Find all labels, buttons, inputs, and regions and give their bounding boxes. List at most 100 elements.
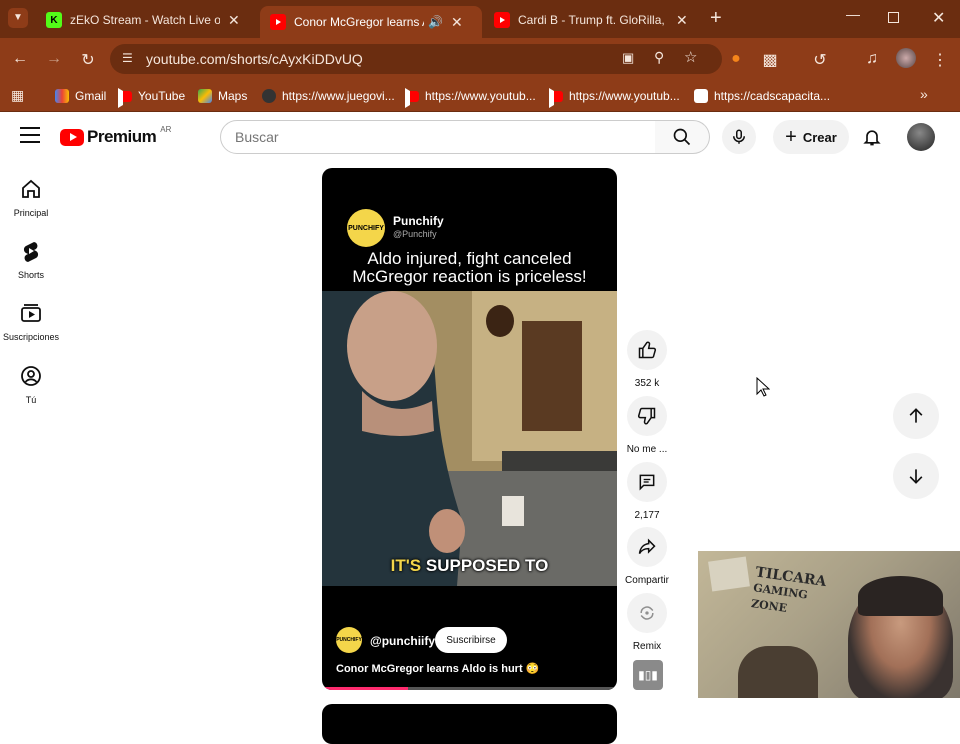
bookmark-gmail[interactable]: Gmail <box>55 87 106 105</box>
bookmark-juegovi[interactable]: https://www.juegovi... <box>262 87 395 105</box>
arrow-down-icon <box>909 469 923 484</box>
restore-button[interactable] <box>888 12 899 23</box>
audio-playing-icon[interactable]: 🔊 <box>428 15 443 29</box>
youtube-icon <box>118 90 132 102</box>
back-arrow-icon[interactable]: ← <box>10 50 30 68</box>
close-tab-icon[interactable]: ✕ <box>676 12 688 29</box>
install-app-icon[interactable]: ▣ <box>622 50 634 66</box>
notifications-bell-icon[interactable] <box>858 125 886 149</box>
tab-zeko-stream[interactable]: K zEkO Stream - Watch Live on Ki ✕ <box>36 6 258 34</box>
bookmark-label: https://www.juegovi... <box>282 89 395 103</box>
share-icon <box>638 538 656 555</box>
hamburger-menu-icon[interactable] <box>20 127 40 143</box>
video-frame <box>322 291 617 586</box>
browser-tab-strip: ▼ K zEkO Stream - Watch Live on Ki ✕ Con… <box>0 0 960 38</box>
comments-button[interactable]: 2,177 <box>625 462 669 521</box>
metamask-extension-icon[interactable]: ● <box>726 50 746 68</box>
video-progress-bar[interactable] <box>322 687 617 690</box>
remix-button[interactable]: Remix <box>625 593 669 652</box>
bookmark-youtube-link[interactable]: https://www.youtub... <box>549 87 680 105</box>
bookmark-maps[interactable]: Maps <box>198 87 247 105</box>
tab-title: Conor McGregor learns Aldo <box>294 15 424 29</box>
progress-fill <box>322 687 408 690</box>
create-button[interactable]: + Crear <box>773 120 849 154</box>
bookmark-youtube-link[interactable]: https://www.youtub... <box>405 87 536 105</box>
close-window-button[interactable]: ✕ <box>932 8 945 28</box>
search-button[interactable] <box>655 120 710 154</box>
tab-search-dropdown[interactable]: ▼ <box>8 8 28 28</box>
bookmark-star-icon[interactable]: ☆ <box>684 48 697 66</box>
video-scene <box>322 291 617 586</box>
next-short-preview[interactable] <box>322 704 617 744</box>
previous-short-button[interactable] <box>893 393 939 439</box>
site-icon <box>694 89 708 103</box>
streamer-hair <box>858 576 943 616</box>
sidebar-item-shorts[interactable]: Shorts <box>0 239 62 280</box>
short-video-player[interactable]: PUNCHIFY Punchify @Punchify Aldo injured… <box>322 168 617 690</box>
sidebar-item-subscriptions[interactable]: Suscripciones <box>0 301 62 342</box>
sidebar-item-label: Shorts <box>17 270 44 280</box>
reload-icon[interactable]: ↻ <box>78 50 98 70</box>
microphone-icon <box>733 129 745 144</box>
account-avatar[interactable] <box>907 123 935 151</box>
media-controls-icon[interactable]: ♫ <box>862 50 882 68</box>
minimize-button[interactable]: — <box>846 6 860 22</box>
address-bar[interactable]: ☰ youtube.com/shorts/cAyxKiDDvUQ ▣ ⚲ ☆ <box>110 44 722 74</box>
forward-arrow-icon[interactable]: → <box>44 50 64 68</box>
overlay-channel-handle: @Punchify <box>393 229 437 239</box>
you-icon <box>21 366 41 386</box>
new-tab-button[interactable]: + <box>710 7 722 30</box>
bookmark-label: https://www.youtub... <box>425 89 536 103</box>
subscribe-button[interactable]: Suscribirse <box>435 627 507 653</box>
site-icon <box>262 89 276 103</box>
browser-menu-icon[interactable]: ⋮ <box>930 50 950 70</box>
bookmark-youtube[interactable]: YouTube <box>118 87 185 105</box>
history-icon[interactable]: ↺ <box>810 50 830 70</box>
like-button[interactable]: 352 k <box>625 330 669 389</box>
sidebar-item-home[interactable]: Principal <box>0 177 62 218</box>
audio-track-thumbnail[interactable]: ▮▯▮ <box>633 660 663 690</box>
overlay-channel-name: Punchify <box>393 214 444 228</box>
bookmark-cadscapacita[interactable]: https://cadscapacita... <box>694 87 830 105</box>
maps-icon <box>198 89 212 103</box>
zoom-icon[interactable]: ⚲ <box>654 49 664 66</box>
tab-conor-mcgregor[interactable]: Conor McGregor learns Aldo 🔊 ✕ <box>260 6 482 38</box>
gmail-icon <box>55 89 69 103</box>
sidebar-item-label: Tú <box>25 395 37 405</box>
bookmark-label: https://cadscapacita... <box>714 89 831 103</box>
apps-grid-icon[interactable]: ▦ <box>11 87 24 104</box>
site-info-icon[interactable]: ☰ <box>122 51 133 65</box>
url-text: youtube.com/shorts/cAyxKiDDvUQ <box>146 51 363 67</box>
create-label: Crear <box>802 129 837 145</box>
extensions-icon[interactable]: ▩ <box>760 50 780 70</box>
close-tab-icon[interactable]: ✕ <box>451 14 463 31</box>
bookmark-label: https://www.youtub... <box>569 89 680 103</box>
video-title[interactable]: Conor McGregor learns Aldo is hurt 😳 <box>336 662 539 675</box>
search-input[interactable]: Buscar <box>220 120 656 154</box>
next-short-button[interactable] <box>893 453 939 499</box>
kick-icon: K <box>46 12 62 28</box>
sidebar-item-label: Suscripciones <box>2 332 60 342</box>
youtube-icon <box>549 90 563 102</box>
share-label: Compartir <box>625 575 669 586</box>
uploader-handle[interactable]: @punchiify <box>370 634 435 648</box>
voice-search-button[interactable] <box>722 120 756 154</box>
video-headline: Aldo injured, fight canceled McGregor re… <box>352 249 587 286</box>
sidebar-item-label: Principal <box>13 208 49 218</box>
home-icon <box>22 179 40 198</box>
youtube-premium-logo[interactable]: Premium AR <box>60 125 171 147</box>
dislike-button[interactable]: No me ... <box>625 396 669 455</box>
close-tab-icon[interactable]: ✕ <box>228 12 240 29</box>
youtube-header: Premium AR Buscar + Crear <box>0 113 960 161</box>
punchify-logo: PUNCHIFY <box>347 209 385 247</box>
tab-cardi-b[interactable]: Cardi B - Trump ft. GloRilla, Lat ✕ <box>484 6 706 34</box>
sidebar-item-you[interactable]: Tú <box>0 364 62 405</box>
video-caption: IT'S SUPPOSED TO <box>390 556 549 575</box>
logo-text: Premium <box>87 127 157 146</box>
more-bookmarks-icon[interactable]: » <box>920 86 928 102</box>
share-button[interactable]: Compartir <box>622 527 672 586</box>
webcam-overlay: TILCARA GAMING ZONE <box>698 551 960 698</box>
search-icon <box>673 128 691 146</box>
profile-avatar[interactable] <box>896 48 916 68</box>
uploader-avatar[interactable]: PUNCHIFY <box>336 627 362 653</box>
